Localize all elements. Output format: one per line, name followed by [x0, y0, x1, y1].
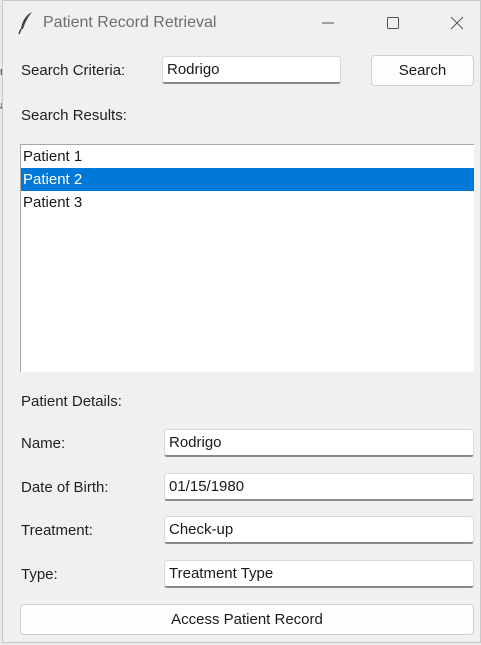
results-listbox[interactable]: Patient 1 Patient 2 Patient 3 — [20, 144, 474, 372]
patient-details-heading: Patient Details: — [21, 393, 122, 410]
close-icon — [450, 16, 464, 30]
window-title: Patient Record Retrieval — [43, 14, 217, 31]
list-item[interactable]: Patient 1 — [21, 145, 474, 168]
access-patient-record-button[interactable]: Access Patient Record — [20, 604, 474, 635]
minimize-icon — [322, 22, 334, 24]
treatment-label: Treatment: — [21, 522, 93, 539]
list-item-selected[interactable]: Patient 2 — [21, 168, 474, 191]
feather-icon — [17, 11, 37, 35]
maximize-button[interactable] — [370, 5, 416, 41]
type-field[interactable] — [164, 560, 474, 588]
maximize-icon — [387, 17, 399, 29]
dob-field[interactable] — [164, 473, 474, 501]
name-label: Name: — [21, 435, 66, 452]
type-label: Type: — [21, 566, 58, 583]
dob-label: Date of Birth: — [21, 479, 109, 496]
search-criteria-label: Search Criteria: — [21, 62, 126, 79]
search-button[interactable]: Search — [371, 55, 474, 86]
app-window: Patient Record Retrieval Search Criteria… — [2, 0, 481, 643]
minimize-button[interactable] — [305, 5, 351, 41]
list-item[interactable]: Patient 3 — [21, 191, 474, 214]
search-results-label: Search Results: — [21, 107, 127, 124]
name-field[interactable] — [164, 429, 474, 457]
search-input[interactable] — [162, 56, 341, 84]
treatment-field[interactable] — [164, 516, 474, 544]
close-button[interactable] — [434, 5, 480, 41]
title-bar[interactable]: Patient Record Retrieval — [3, 1, 480, 45]
